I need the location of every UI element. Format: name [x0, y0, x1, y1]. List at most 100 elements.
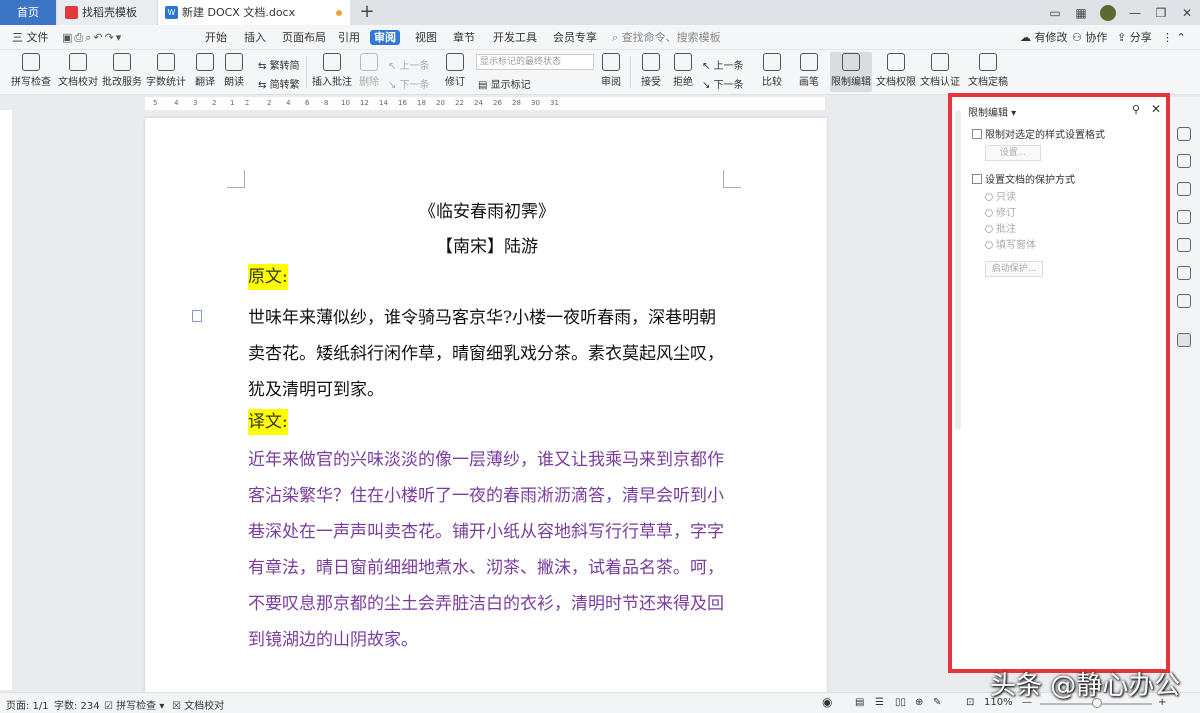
sliders-icon[interactable]: [1177, 210, 1191, 224]
doc-final-button[interactable]: 文档定稿: [964, 53, 1012, 88]
menu-section[interactable]: 章节: [453, 25, 475, 50]
share-button[interactable]: ⇪ 分享: [1117, 25, 1152, 50]
word-count-button[interactable]: 字数统计: [146, 53, 186, 88]
menu-layout[interactable]: 页面布局: [282, 25, 326, 50]
outline-view-icon[interactable]: ☰: [875, 697, 884, 708]
accept-icon: [642, 53, 660, 71]
menu-dev[interactable]: 开发工具: [493, 25, 537, 50]
s2t-button[interactable]: ⇆ 简转繁: [258, 76, 300, 91]
ruler-tick: 4: [286, 99, 291, 107]
markup-state-select[interactable]: 显示标记的最终状态: [476, 54, 594, 70]
menu-start[interactable]: 开始: [205, 25, 227, 50]
pen-mode-icon[interactable]: ✎: [933, 697, 941, 708]
tab-document[interactable]: W 新建 DOCX 文档.docx: [158, 0, 350, 25]
insert-comment-button[interactable]: 插入批注: [312, 53, 352, 88]
translate-button[interactable]: 翻译: [190, 53, 220, 88]
collab-button[interactable]: ⚇ 协作: [1072, 25, 1107, 50]
t2s-button[interactable]: ⇆ 繁转简: [258, 57, 300, 72]
minimize-button[interactable]: —: [1122, 6, 1148, 20]
reject-button[interactable]: 拒绝: [668, 53, 698, 88]
close-button[interactable]: ✕: [1174, 6, 1200, 20]
spell-check-icon: [22, 53, 40, 71]
pen-button[interactable]: 画笔: [796, 53, 822, 88]
word-count[interactable]: 字数: 234: [54, 697, 100, 712]
revise-button[interactable]: 修订: [440, 53, 470, 88]
doc-permission-button[interactable]: 文档权限: [876, 53, 916, 88]
ribbon: 拼写检查 文档校对 批改服务 字数统计 翻译 朗读 ⇆ 繁转简 ⇆ 简转繁 插入…: [0, 50, 1200, 95]
menu-member[interactable]: 会员专享: [553, 25, 597, 50]
delete-comment-button[interactable]: 删除: [356, 53, 382, 88]
spell-check-button[interactable]: 拼写检查: [8, 53, 54, 88]
new-tab-button[interactable]: +: [357, 0, 377, 25]
read-aloud-button[interactable]: 朗读: [222, 53, 246, 88]
web-view-icon[interactable]: ⊕: [915, 697, 923, 708]
grid-icon[interactable]: ▦: [1068, 6, 1094, 20]
perm-label: 文档权限: [876, 77, 916, 88]
prev-change-button[interactable]: ↖ 上一条: [702, 57, 744, 72]
eye-icon[interactable]: ◉: [822, 695, 832, 709]
menu-insert[interactable]: 插入: [244, 25, 266, 50]
vertical-ruler[interactable]: [0, 110, 12, 690]
next-change-button[interactable]: ↘ 下一条: [702, 76, 744, 91]
separator: [630, 56, 631, 88]
indent-marker-icon[interactable]: ⌶: [245, 99, 249, 108]
command-search[interactable]: ⌕ 查找命令、搜索模板: [612, 25, 721, 50]
help-icon[interactable]: [1177, 238, 1191, 252]
review-pane-icon: [602, 53, 620, 71]
lock-icon[interactable]: [1177, 333, 1191, 347]
reject-icon: [674, 53, 692, 71]
separator: [306, 56, 307, 88]
paragraph-handle-icon[interactable]: [192, 310, 202, 322]
quick-access-icons[interactable]: ▣⎙⌕↶↷▾: [62, 25, 123, 50]
menu-view[interactable]: 视图: [415, 25, 437, 50]
avatar[interactable]: [1100, 4, 1116, 21]
translate-icon: [196, 53, 214, 71]
unsaved-dot: [336, 10, 342, 16]
menu-review[interactable]: 审阅: [370, 30, 400, 45]
next2-label: 下一条: [713, 80, 744, 91]
rocket-icon[interactable]: [1177, 127, 1191, 141]
restrict-label: 限制编辑: [831, 77, 871, 88]
horizontal-ruler[interactable]: 5 4 3 2 1 ⌶ 2 4 6 8 10 12 14 16 18 20 22…: [145, 97, 825, 110]
batch-icon: [113, 53, 131, 71]
prev-comment-button[interactable]: ↖ 上一条: [388, 57, 430, 72]
fit-icon[interactable]: ⊡: [966, 697, 974, 708]
doc-cert-button[interactable]: 文档认证: [920, 53, 960, 88]
menu-file[interactable]: 三 文件: [12, 25, 49, 50]
page-indicator[interactable]: 页面: 1/1: [6, 697, 49, 712]
has-changes-button[interactable]: ☁ 有修改: [1020, 25, 1068, 50]
read-aloud-icon: [225, 53, 243, 71]
page-view-icon[interactable]: ▤: [855, 697, 864, 708]
cursor-icon[interactable]: [1177, 182, 1191, 196]
restore-button[interactable]: ❐: [1148, 6, 1174, 20]
ruler-tick: 20: [436, 99, 445, 107]
show-marks-button[interactable]: ▤ 显示标记: [478, 76, 531, 91]
spell-status[interactable]: ☑ 拼写检查 ▾: [104, 697, 164, 712]
edit-icon[interactable]: [1177, 154, 1191, 168]
accept-label: 接受: [641, 77, 661, 88]
next-comment-button[interactable]: ↘ 下一条: [388, 76, 430, 91]
compare-button[interactable]: 比较: [758, 53, 786, 88]
cert-label: 文档认证: [920, 77, 960, 88]
collab-label: 协作: [1085, 31, 1108, 44]
ruler-tick: 2: [267, 99, 272, 107]
compare-label: 比较: [762, 77, 782, 88]
layout-icon[interactable]: ▭: [1042, 6, 1068, 20]
image-icon[interactable]: [1177, 266, 1191, 280]
insert-comment-label: 插入批注: [312, 77, 352, 88]
location-icon[interactable]: [1177, 294, 1191, 308]
restrict-edit-button[interactable]: 限制编辑: [830, 53, 872, 88]
menu-reference[interactable]: 引用: [338, 25, 360, 50]
tab-template[interactable]: 找稻壳模板: [58, 0, 158, 25]
review-pane-button[interactable]: 审阅: [598, 53, 624, 88]
accept-button[interactable]: 接受: [636, 53, 666, 88]
docer-icon: [65, 6, 78, 19]
tab-home[interactable]: 首页: [0, 0, 56, 25]
proof-status[interactable]: ☒ 文档校对: [172, 697, 224, 712]
final-label: 文档定稿: [968, 77, 1008, 88]
read-view-icon[interactable]: ▯▯: [895, 697, 906, 708]
batch-service-button[interactable]: 批改服务: [102, 53, 142, 88]
more-menu-icon[interactable]: ⋮ ⌃: [1162, 25, 1186, 50]
final-icon: [979, 53, 997, 71]
proofread-button[interactable]: 文档校对: [58, 53, 98, 88]
